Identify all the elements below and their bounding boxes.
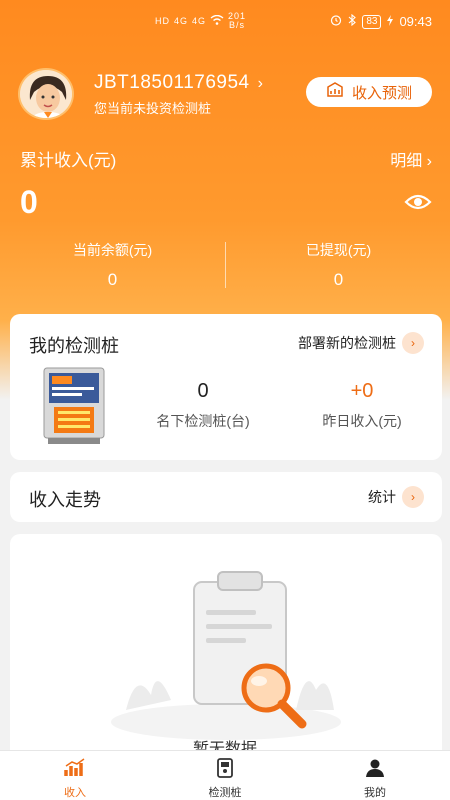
status-bar: HD 4G 4G 201 B/s 83 09:43 bbox=[0, 0, 450, 44]
owned-piles-stat: 0 名下检测桩(台) bbox=[138, 380, 268, 431]
income-trend-title: 收入走势 bbox=[29, 490, 101, 510]
my-piles-card: 我的检测桩 部署新的检测桩 › 0 名下检测桩(台) +0 昨日收入(元) bbox=[10, 314, 442, 460]
hd-badge: HD bbox=[155, 16, 170, 26]
signal-indicators: HD 4G 4G 201 B/s bbox=[155, 12, 246, 30]
net-speed-unit: B/s bbox=[229, 20, 246, 30]
yesterday-income-value: +0 bbox=[350, 380, 374, 402]
balance-value: 0 bbox=[107, 270, 118, 289]
balance-label: 当前余额(元) bbox=[72, 242, 153, 258]
forecast-label: 收入预测 bbox=[351, 84, 412, 102]
tab-income[interactable]: 收入 bbox=[0, 751, 150, 800]
detail-link[interactable]: 明细 › bbox=[390, 147, 432, 171]
cumulative-income-value: 0 bbox=[20, 184, 38, 220]
charging-icon bbox=[387, 14, 394, 29]
empty-state-illustration bbox=[106, 570, 346, 745]
owned-piles-count: 0 bbox=[197, 380, 209, 402]
tab-piles-label: 检测桩 bbox=[208, 787, 242, 799]
alarm-icon bbox=[330, 14, 342, 29]
tab-income-label: 收入 bbox=[64, 787, 86, 799]
statistics-link[interactable]: 统计 › bbox=[368, 486, 424, 508]
tab-piles[interactable]: 检测桩 bbox=[150, 751, 300, 800]
account-id[interactable]: JBT18501176954 › bbox=[94, 72, 263, 94]
income-forecast-button[interactable]: 收入预测 bbox=[306, 77, 432, 107]
my-piles-title: 我的检测桩 bbox=[29, 336, 119, 356]
withdrawn-value: 0 bbox=[333, 270, 344, 289]
statistics-label: 统计 bbox=[368, 489, 396, 505]
battery-indicator: 83 bbox=[362, 14, 382, 29]
bluetooth-icon bbox=[348, 13, 357, 29]
tab-mine-label: 我的 bbox=[364, 787, 386, 799]
withdrawn-block: 已提现(元) 0 bbox=[226, 240, 450, 290]
deploy-new-pile-link[interactable]: 部署新的检测桩 › bbox=[298, 332, 424, 354]
withdrawn-label: 已提现(元) bbox=[305, 242, 372, 258]
signal-icon: 4G bbox=[174, 16, 189, 26]
signal-icon: 4G bbox=[192, 16, 207, 26]
cumulative-income-label: 累计收入(元) bbox=[20, 151, 117, 170]
bar-chart-icon bbox=[63, 758, 87, 784]
kiosk-icon bbox=[215, 758, 235, 784]
account-number: JBT18501176954 bbox=[94, 72, 250, 93]
eye-icon[interactable] bbox=[404, 192, 432, 217]
clock: 09:43 bbox=[399, 14, 432, 29]
yesterday-income-label: 昨日收入(元) bbox=[322, 413, 402, 429]
chart-box-icon bbox=[326, 82, 344, 102]
profile-row: JBT18501176954 › 您当前未投资检测桩 收入预测 bbox=[18, 68, 438, 120]
investment-status: 您当前未投资检测桩 bbox=[94, 101, 212, 116]
person-icon bbox=[365, 758, 385, 784]
kiosk-image bbox=[40, 366, 120, 446]
bottom-tab-bar: 收入 检测桩 我的 bbox=[0, 750, 450, 800]
tab-mine[interactable]: 我的 bbox=[300, 751, 450, 800]
deploy-label: 部署新的检测桩 bbox=[298, 335, 396, 351]
wifi-icon bbox=[210, 14, 224, 27]
avatar[interactable] bbox=[18, 68, 74, 120]
owned-piles-label: 名下检测桩(台) bbox=[156, 413, 250, 429]
yesterday-income-stat: +0 昨日收入(元) bbox=[297, 380, 427, 431]
income-trend-card: 收入走势 统计 › bbox=[10, 472, 442, 522]
chevron-right-icon: › bbox=[257, 75, 264, 92]
trend-chart-panel bbox=[10, 534, 442, 764]
chevron-right-icon: › bbox=[426, 153, 432, 170]
detail-label: 明细 bbox=[390, 153, 423, 170]
chevron-right-icon: › bbox=[402, 332, 424, 354]
chevron-right-icon: › bbox=[402, 486, 424, 508]
balance-block: 当前余额(元) 0 bbox=[0, 240, 225, 290]
